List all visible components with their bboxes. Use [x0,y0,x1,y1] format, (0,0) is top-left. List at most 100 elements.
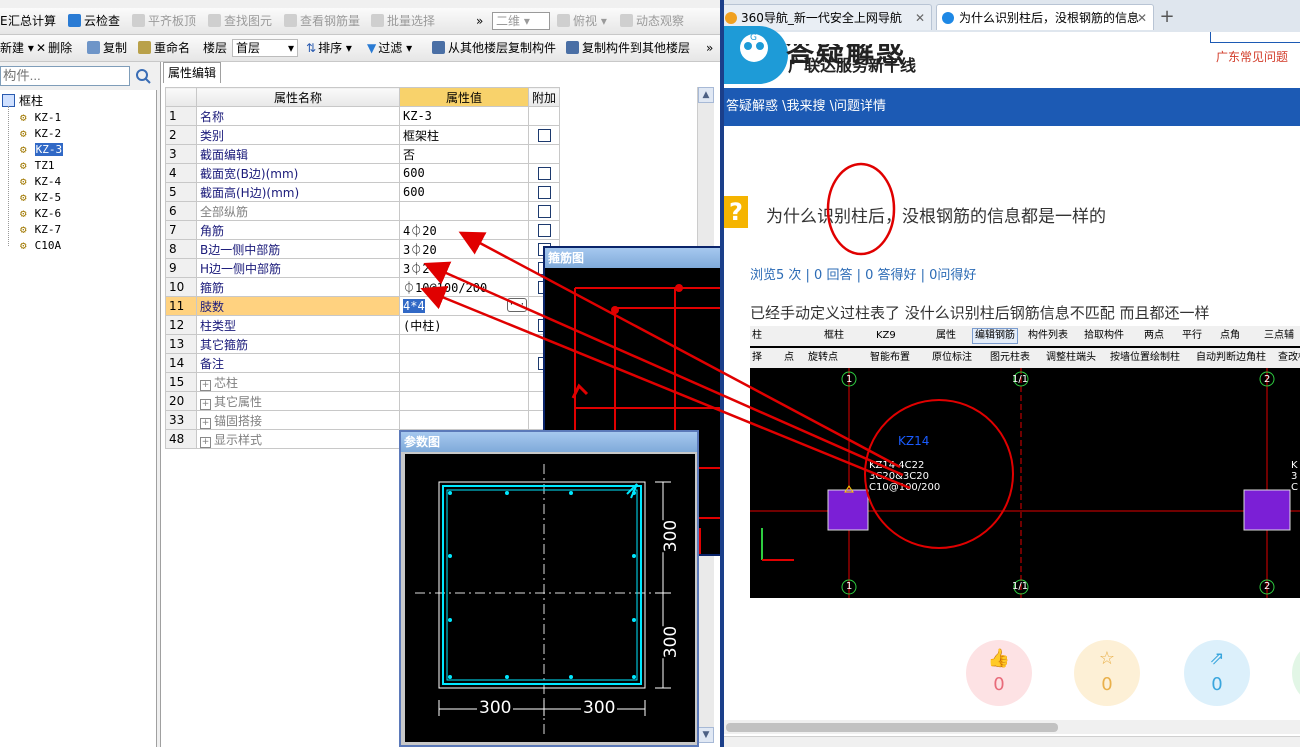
property-value-text[interactable]: 3⏀20 [403,262,437,276]
new-button[interactable]: 新建 ▾ [0,39,34,57]
extra-reaction-button[interactable] [1292,640,1300,706]
tree-item-kz7[interactable]: ⚙ KZ-7 [20,222,61,237]
scroll-down-icon[interactable]: ▼ [698,727,714,743]
copy-from-floor-button[interactable]: 从其他楼层复制构件 [432,39,556,57]
scroll-up-icon[interactable]: ▲ [698,87,714,103]
copy-to-floor-button[interactable]: 复制构件到其他楼层 [566,39,690,57]
table-row[interactable]: 33 + 锚固搭接 [165,410,561,430]
toolbar-summary-calc[interactable]: E汇总计算 [0,12,56,30]
table-row[interactable]: 2 类别 框架柱 [165,125,561,145]
property-value[interactable] [399,201,529,221]
expand-icon[interactable]: + [200,436,211,448]
property-value[interactable] [399,353,529,373]
toolbar-batch-select[interactable]: 批量选择 [371,12,435,30]
tree-item-kz2[interactable]: ⚙ KZ-2 [20,126,61,141]
table-row[interactable]: 9 H边一侧中部筋 3⏀20 [165,258,561,278]
toolbar-overflow-chevron[interactable]: » [476,12,483,30]
property-value[interactable]: KZ-3 [399,106,529,126]
property-value-text[interactable]: 否 [403,148,415,162]
toolbar-find-element[interactable]: 查找图元 [208,12,272,30]
property-value-text[interactable]: 框架柱 [403,129,439,143]
table-row[interactable]: 8 B边一侧中部筋 3⏀20 [165,239,561,259]
search-icon[interactable] [132,66,154,86]
property-value-text[interactable]: KZ-3 [403,109,432,123]
view-mode-dropdown[interactable]: 二维 ▾ [492,12,550,30]
property-value[interactable]: 4*4 ··· [399,296,529,316]
property-value[interactable]: 600 [399,182,529,202]
tree-item-c10a[interactable]: ⚙ C10A [20,238,61,253]
property-value[interactable]: 3⏀20 [399,239,529,259]
table-row[interactable]: 12 柱类型 (中柱) [165,315,561,335]
property-value[interactable]: 3⏀20 [399,258,529,278]
component-search-input[interactable] [0,66,130,86]
toolbar2-overflow-chevron[interactable]: » [706,39,713,57]
close-icon[interactable]: ✕ [915,5,925,30]
scrollbar-thumb[interactable] [726,723,1058,732]
table-row[interactable]: 6 全部纵筋 [165,201,561,221]
browser-tab-question[interactable]: 为什么识别柱后，没根钢筋的信息 ✕ [936,4,1154,30]
table-row[interactable]: 4 截面宽(B边)(mm) 600 [165,163,561,183]
tree-item-kz5[interactable]: ⚙ KZ-5 [20,190,61,205]
expand-icon[interactable]: + [200,398,211,410]
extra-checkbox[interactable] [537,167,551,180]
table-row[interactable]: 20 + 其它属性 [165,391,561,411]
table-row[interactable]: 13 其它箍筋 [165,334,561,354]
property-value[interactable]: (中柱) [399,315,529,335]
close-icon[interactable]: ✕ [1137,5,1147,30]
table-row[interactable]: 10 箍筋 ⏀10@100/200 [165,277,561,297]
parameter-diagram-window[interactable]: 参数图 300 300 300 300 [399,430,699,747]
expand-icon[interactable]: + [200,379,211,391]
property-value[interactable] [399,391,529,411]
tab-property-editor[interactable]: 属性编辑 [163,62,221,83]
question-screenshot[interactable]: 柱 框柱 KZ9 属性 编辑钢筋 构件列表 拾取构件 两点 平行 点角 三点辅 … [750,326,1300,598]
property-value[interactable] [399,372,529,392]
region-link[interactable]: 广东常见问题 [1216,48,1288,65]
property-value-text[interactable]: ⏀10@100/200 [403,281,487,295]
property-value-text[interactable]: 600 [403,185,425,199]
table-row[interactable]: 5 截面高(H边)(mm) 600 [165,182,561,202]
tree-item-kz1[interactable]: ⚙ KZ-1 [20,110,61,125]
extra-checkbox[interactable] [537,224,551,237]
tree-item-kz4[interactable]: ⚙ KZ-4 [20,174,61,189]
rename-button[interactable]: 重命名 [138,39,190,57]
property-value-text[interactable]: 3⏀20 [403,243,437,257]
breadcrumb[interactable]: 答疑解惑 \我来搜 \问题详情 [724,88,1300,126]
floor-dropdown[interactable]: 首层 ▾ [232,39,298,57]
property-value[interactable]: 框架柱 [399,125,529,145]
browser-horizontal-scrollbar[interactable] [724,720,1300,734]
sort-button[interactable]: ⇅ 排序 ▾ [306,39,352,57]
property-value[interactable]: 否 [399,144,529,164]
extra-checkbox[interactable] [537,205,551,218]
question-stats[interactable]: 浏览5 次 | 0 回答 | 0 答得好 | 0问得好 [750,264,976,283]
property-value[interactable]: 4⏀20 [399,220,529,240]
table-row[interactable]: 11 肢数 4*4 ··· [165,296,561,316]
property-value-text[interactable]: 600 [403,166,425,180]
table-row[interactable]: 3 截面编辑 否 [165,144,561,164]
toolbar-top-view[interactable]: 俯视 ▾ [557,12,607,30]
filter-button[interactable]: ▼ 过滤 ▾ [367,39,412,57]
table-row[interactable]: 14 备注 [165,353,561,373]
property-value[interactable] [399,410,529,430]
property-value[interactable]: 600 [399,163,529,183]
copy-button[interactable]: 复制 [87,39,127,57]
property-value[interactable]: ⏀10@100/200 [399,277,529,297]
table-row[interactable]: 7 角筋 4⏀20 [165,220,561,240]
property-value-text[interactable]: (中柱) [403,319,441,333]
toolbar-dynamic-view[interactable]: 动态观察 [620,12,684,30]
property-value-text[interactable]: 4⏀20 [403,224,437,238]
favorite-button[interactable]: ☆ 0 [1074,640,1140,706]
tree-item-kz6[interactable]: ⚙ KZ-6 [20,206,61,221]
delete-button[interactable]: ✕ 删除 [36,39,72,57]
like-button[interactable]: 👍 0 [966,640,1032,706]
new-tab-icon[interactable]: + [1156,6,1178,28]
more-options-icon[interactable]: ··· [506,298,527,312]
table-row[interactable]: 1 名称 KZ-3 [165,106,561,126]
toolbar-align-slab-top[interactable]: 平齐板顶 [132,12,196,30]
extra-checkbox[interactable] [537,129,551,142]
property-value-text[interactable]: 4*4 [403,299,425,313]
toolbar-cloud-check[interactable]: 云检查 [68,12,120,30]
property-value[interactable] [399,334,529,354]
share-button[interactable]: ⇗ 0 [1184,640,1250,706]
tree-item-kz3[interactable]: ⚙ KZ-3 [20,142,64,157]
tree-item-tz1[interactable]: ⚙ TZ1 [20,158,55,173]
